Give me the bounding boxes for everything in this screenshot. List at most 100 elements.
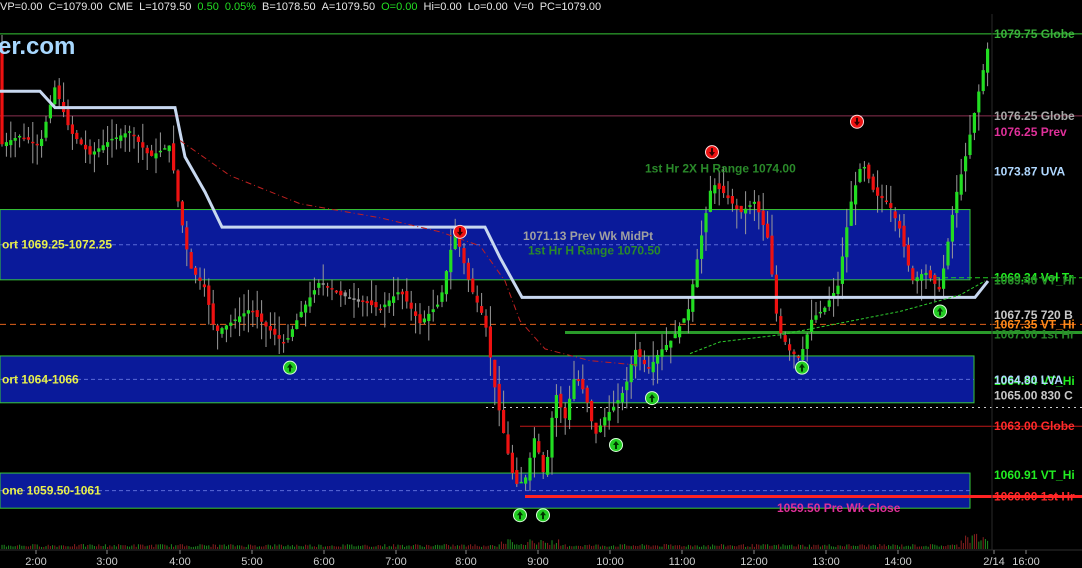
candle-body: [378, 308, 382, 311]
candle-body: [123, 133, 127, 138]
candle-body: [722, 185, 726, 194]
candle-body: [22, 137, 26, 140]
candle-body: [739, 205, 743, 213]
right-price-label: 1076.25 Globe: [994, 109, 1075, 123]
candle-body: [748, 205, 752, 207]
candle-body: [783, 335, 787, 342]
candle-body: [576, 379, 580, 382]
candle-body: [854, 185, 858, 205]
price-chart[interactable]: ort 1069.25-1072.25 ort 1064-1066 one 1059…: [0, 0, 1082, 568]
candle-body: [871, 176, 875, 190]
candle-body: [959, 174, 963, 195]
candle-body: [308, 297, 312, 307]
x-tick-label: 9:00: [527, 556, 548, 568]
candle-body: [343, 292, 347, 297]
candle-body: [418, 314, 422, 324]
candle-body: [568, 398, 572, 421]
candle-body: [788, 344, 792, 351]
zone-label: one 1059.50-1061: [2, 484, 101, 498]
candle-body: [933, 275, 937, 284]
x-tick-label: 4:00: [169, 556, 190, 568]
right-price-label: 1065.00 830 C: [994, 388, 1073, 402]
right-price-label: 1073.87 UVA: [994, 165, 1065, 179]
candle-body: [304, 304, 308, 313]
candle-body: [414, 311, 418, 316]
candle-body: [638, 349, 642, 358]
x-tick-label: 16:00: [1012, 556, 1040, 568]
candle-body: [440, 292, 444, 302]
candle-body: [475, 295, 479, 303]
candle-body: [202, 284, 206, 288]
x-tick-label: 8:00: [455, 556, 476, 568]
candle-body: [502, 409, 506, 434]
candle-body: [312, 290, 316, 295]
candle-body: [264, 322, 268, 327]
candle-body: [57, 85, 61, 100]
candle-body: [233, 319, 237, 322]
candle-body: [9, 140, 13, 146]
candle-body: [427, 313, 431, 322]
candle-body: [810, 319, 814, 333]
candle-body: [497, 383, 501, 411]
candle-body: [651, 361, 655, 373]
candle-body: [554, 395, 558, 419]
candle-body: [616, 400, 620, 404]
candle-body: [444, 271, 448, 295]
candle-body: [700, 235, 704, 259]
candle-body: [867, 164, 871, 179]
candle-body: [246, 310, 250, 314]
candle-body: [898, 220, 902, 229]
candle-body: [924, 272, 928, 276]
candle-body: [981, 70, 985, 92]
candle-body: [730, 196, 734, 204]
candle-body: [110, 138, 114, 141]
candle-body: [321, 283, 325, 285]
candle-body: [207, 285, 211, 305]
candle-body: [972, 112, 976, 133]
candle-body: [282, 341, 286, 344]
x-tick-label: 7:00: [385, 556, 406, 568]
candle-body: [682, 318, 686, 323]
candle-body: [92, 151, 96, 155]
chart-annotation: 1st Hr 2X H Range 1074.00: [645, 162, 796, 176]
candle-body: [277, 335, 281, 339]
candle-body: [876, 187, 880, 196]
candle-body: [950, 214, 954, 242]
candle-body: [708, 190, 712, 212]
candle-body: [176, 170, 180, 202]
candle-body: [260, 313, 264, 322]
candle-body: [431, 309, 435, 313]
candle-body: [836, 285, 840, 295]
candle-body: [0, 46, 4, 145]
right-price-label: 1060.91 VT_Hi: [994, 468, 1075, 482]
candle-body: [238, 316, 242, 323]
x-tick-label: 3:00: [96, 556, 117, 568]
candle-body: [537, 441, 541, 453]
candle-body: [295, 320, 299, 330]
candle-body: [4, 142, 8, 147]
x-tick-label: 14:00: [884, 556, 912, 568]
candle-body: [673, 333, 677, 339]
candle-body: [563, 407, 567, 419]
candle-body: [625, 381, 629, 391]
candle-body: [352, 298, 356, 300]
candle-body: [97, 148, 101, 152]
candle-body: [920, 274, 924, 281]
candle-body: [409, 302, 413, 309]
x-tick-label: 6:00: [313, 556, 334, 568]
candle-body: [405, 291, 409, 302]
candle-body: [383, 304, 387, 308]
candle-body: [880, 195, 884, 199]
candle-body: [726, 195, 730, 199]
x-tick-label: 5:00: [241, 556, 262, 568]
candle-body: [326, 286, 330, 288]
candle-body: [796, 356, 800, 358]
candle-body: [678, 326, 682, 338]
candle-body: [849, 201, 853, 226]
candle-body: [31, 141, 35, 144]
candle-body: [365, 301, 369, 304]
candle-body: [167, 145, 171, 152]
candle-body: [70, 124, 74, 134]
candle-body: [229, 322, 233, 326]
zone-label: ort 1064-1066: [2, 372, 79, 386]
